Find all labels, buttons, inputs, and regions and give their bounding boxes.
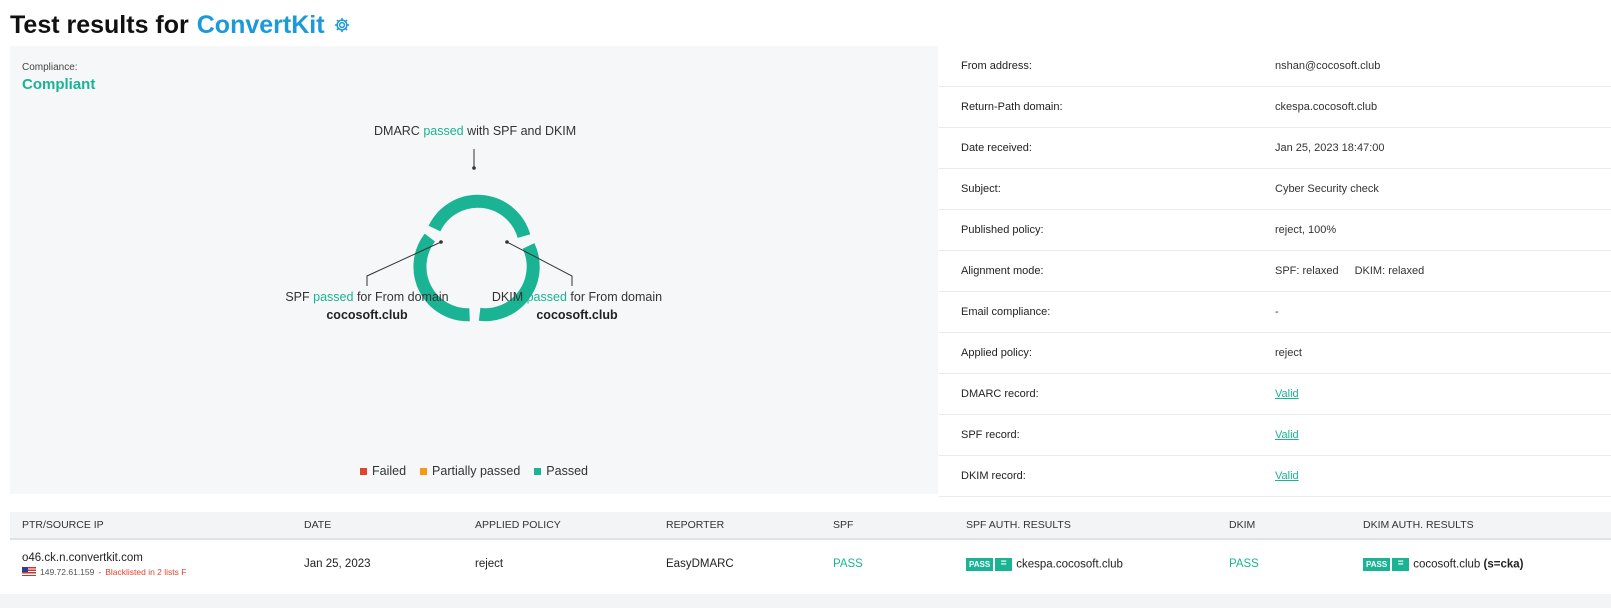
page-title-prefix: Test results for (10, 10, 189, 39)
column-header-date[interactable]: DATE (292, 519, 463, 531)
legend-swatch-partial (420, 467, 428, 475)
detail-row-published-policy: Published policy: reject, 100% (939, 210, 1611, 251)
legend-item-partially-passed: Partially passed (420, 464, 520, 478)
cell-ptr: o46.ck.n.convertkit.com 149.72.61.159 - … (10, 552, 292, 577)
cell-date: Jan 25, 2023 (304, 558, 371, 570)
column-header-dkim-auth[interactable]: DKIM AUTH. RESULTS (1351, 519, 1611, 531)
dkim-record-link[interactable]: Valid (1275, 470, 1299, 482)
ring-segment-dmarc (428, 194, 531, 239)
us-flag-icon (22, 567, 36, 576)
table-row[interactable]: o46.ck.n.convertkit.com 149.72.61.159 - … (10, 540, 1611, 588)
blacklist-status[interactable]: Blacklisted in 2 lists F (105, 567, 186, 577)
detail-row-from-address: From address: nshan@cocosoft.club (939, 46, 1611, 87)
dkim-domain: cocosoft.club (536, 308, 618, 322)
details-panel: From address: nshan@cocosoft.club Return… (939, 46, 1611, 497)
ptr-hostname: o46.ck.n.convertkit.com (22, 551, 143, 564)
dmarc-caption: DMARC passed with SPF and DKIM (374, 124, 577, 138)
column-header-applied-policy[interactable]: APPLIED POLICY (463, 519, 654, 531)
gear-icon[interactable] (333, 16, 351, 34)
page-footer-strip (0, 594, 1611, 608)
dkim-selector: (s=cka) (1483, 558, 1524, 571)
dkim-pass-badge: PASS (1363, 557, 1391, 571)
dmarc-diagram (366, 149, 573, 322)
dmarc-record-link[interactable]: Valid (1275, 388, 1299, 400)
column-header-reporter[interactable]: REPORTER (654, 519, 821, 531)
column-header-ptr[interactable]: PTR/SOURCE IP (10, 519, 292, 531)
cell-applied-policy: reject (475, 558, 504, 570)
column-header-spf-auth[interactable]: SPF AUTH. RESULTS (954, 519, 1217, 531)
legend: Failed Partially passed Passed (10, 464, 938, 478)
dkim-auth-domain: cocosoft.club (1413, 558, 1481, 571)
cell-reporter: EasyDMARC (666, 558, 734, 570)
detail-row-alignment-mode: Alignment mode: SPF: relaxed DKIM: relaxe… (939, 251, 1611, 292)
source-ip: 149.72.61.159 (40, 566, 95, 577)
spf-record-link[interactable]: Valid (1275, 429, 1299, 441)
detail-row-return-path: Return-Path domain: ckespa.cocosoft.club (939, 87, 1611, 128)
column-header-dkim[interactable]: DKIM (1217, 519, 1351, 531)
table-header: PTR/SOURCE IP DATE APPLIED POLICY REPORT… (10, 512, 1611, 540)
legend-item-failed: Failed (360, 464, 406, 478)
page-title: Test results for ConvertKit (10, 8, 351, 42)
spf-auth-domain: ckespa.cocosoft.club (1016, 558, 1123, 571)
detail-row-spf-record: SPF record: Valid (939, 415, 1611, 456)
brand-name: ConvertKit (196, 10, 325, 39)
dkim-aligned-icon: = (1392, 557, 1410, 571)
legend-item-passed: Passed (534, 464, 588, 478)
cell-dkim-auth: PASS = cocosoft.club (s=cka) (1351, 557, 1611, 571)
spf-aligned-icon: = (995, 557, 1013, 571)
legend-swatch-passed (534, 467, 542, 475)
legend-swatch-failed (360, 467, 367, 475)
detail-row-email-compliance: Email compliance: - (939, 292, 1611, 333)
cell-dkim: PASS (1229, 558, 1259, 570)
column-header-spf[interactable]: SPF (821, 519, 954, 531)
spf-caption: SPF passed for From domain cocosoft.club (272, 290, 462, 322)
detail-row-applied-policy: Applied policy: reject (939, 333, 1611, 374)
dkim-caption: DKIM passed for From domain cocosoft.clu… (477, 290, 677, 322)
detail-row-subject: Subject: Cyber Security check (939, 169, 1611, 210)
results-table: PTR/SOURCE IP DATE APPLIED POLICY REPORT… (10, 512, 1611, 588)
detail-row-dmarc-record: DMARC record: Valid (939, 374, 1611, 415)
detail-row-dkim-record: DKIM record: Valid (939, 456, 1611, 497)
cell-spf-auth: PASS = ckespa.cocosoft.club (954, 557, 1217, 571)
cell-spf: PASS (833, 558, 863, 570)
spf-pass-badge: PASS (966, 557, 994, 571)
compliance-panel: Compliance: Compliant DMARC passed with … (10, 46, 938, 494)
detail-row-date-received: Date received: Jan 25, 2023 18:47:00 (939, 128, 1611, 169)
spf-domain: cocosoft.club (326, 308, 408, 322)
